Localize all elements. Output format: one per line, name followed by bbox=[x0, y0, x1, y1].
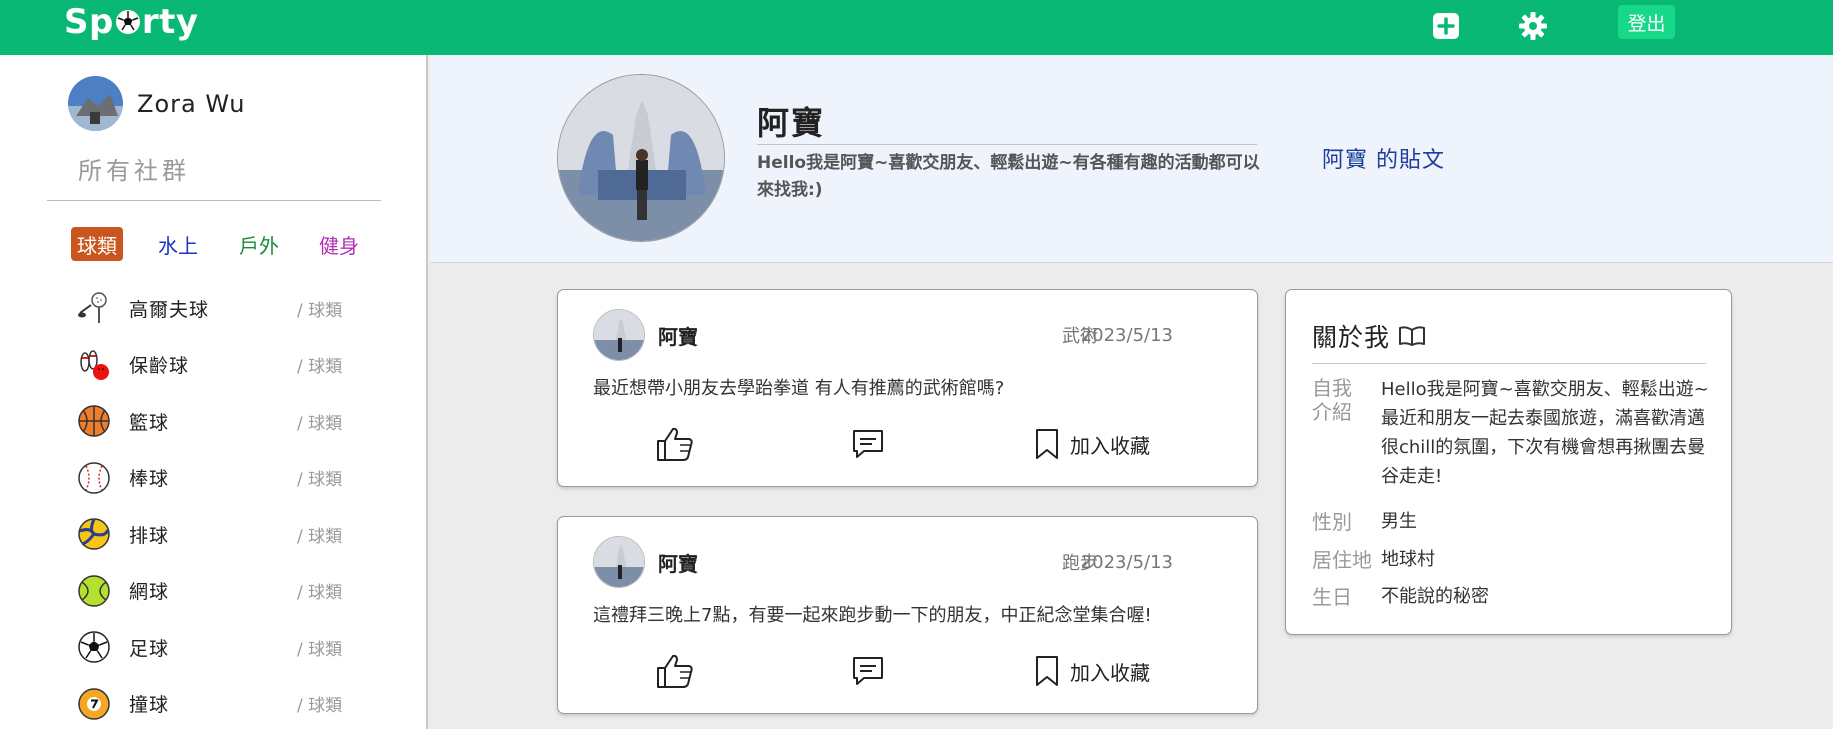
residence-value: 地球村 bbox=[1381, 549, 1435, 570]
gender-label: 性別 bbox=[1312, 510, 1352, 534]
baseball-icon bbox=[77, 461, 111, 495]
sport-category-tag: / 球類 bbox=[297, 357, 343, 378]
sport-name: 籃球 bbox=[129, 411, 170, 434]
post-actions: 加入收藏 bbox=[558, 649, 1259, 693]
post-date: 2023/5/13 bbox=[1080, 324, 1173, 346]
sport-name: 棒球 bbox=[129, 468, 170, 491]
bookmark-icon bbox=[1036, 656, 1058, 686]
sport-name: 網球 bbox=[129, 581, 170, 604]
post-text: 最近想帶小朋友去學跆拳道 有人有推薦的武術館嗎? bbox=[593, 378, 1005, 399]
post-card: 阿寶 跑步 2023/5/13 這禮拜三晚上7點，有要一起來跑步動一下的朋友，中… bbox=[557, 516, 1258, 714]
sport-name: 保齡球 bbox=[129, 355, 190, 378]
tab-ball-sports[interactable]: 球類 bbox=[71, 227, 123, 261]
list-item[interactable]: 網球 / 球類 bbox=[77, 563, 357, 620]
profile-divider bbox=[757, 144, 1257, 145]
sport-category-tag: / 球類 bbox=[297, 639, 343, 660]
list-item[interactable]: 保齡球 / 球類 bbox=[77, 337, 357, 394]
sport-name: 排球 bbox=[129, 524, 170, 547]
list-item[interactable]: 高爾夫球 / 球類 bbox=[77, 280, 357, 337]
sidebar-divider bbox=[47, 200, 381, 201]
comment-button[interactable] bbox=[851, 649, 885, 693]
tab-outdoor[interactable]: 戶外 bbox=[239, 227, 279, 261]
comment-icon bbox=[853, 430, 883, 458]
post-author[interactable]: 阿寶 bbox=[658, 548, 698, 577]
user-avatar[interactable] bbox=[68, 76, 123, 131]
add-post-button[interactable] bbox=[1430, 10, 1462, 42]
intro-label: 自我介紹 bbox=[1312, 376, 1352, 424]
sport-list: 高爾夫球 / 球類 保齡球 / 球類 籃球 / 球類 棒球 / 球類 排球 / … bbox=[77, 280, 357, 729]
soccer-icon bbox=[77, 630, 111, 664]
user-name: Zora Wu bbox=[137, 89, 246, 118]
post-date: 2023/5/13 bbox=[1080, 551, 1173, 573]
current-user[interactable]: Zora Wu bbox=[68, 76, 245, 131]
basketball-icon bbox=[77, 404, 111, 438]
birthday-label: 生日 bbox=[1312, 585, 1352, 609]
like-button[interactable] bbox=[656, 649, 694, 693]
bookmark-icon bbox=[1036, 429, 1058, 459]
category-tabs: 球類 水上 戶外 健身 bbox=[71, 227, 371, 261]
list-item[interactable]: 撞球 / 球類 bbox=[77, 676, 357, 729]
post-actions: 加入收藏 bbox=[558, 422, 1259, 466]
plus-square-icon bbox=[1433, 13, 1459, 39]
bowling-icon bbox=[77, 348, 111, 382]
tab-fitness[interactable]: 健身 bbox=[319, 227, 359, 261]
sport-category-tag: / 球類 bbox=[297, 583, 343, 604]
all-groups-heading[interactable]: 所有社群 bbox=[78, 151, 190, 186]
tennis-icon bbox=[77, 574, 111, 608]
post-card: 阿寶 武術 2023/5/13 最近想帶小朋友去學跆拳道 有人有推薦的武術館嗎?… bbox=[557, 289, 1258, 487]
settings-button[interactable] bbox=[1517, 10, 1549, 42]
sport-category-tag: / 球類 bbox=[297, 300, 343, 321]
list-item[interactable]: 排球 / 球類 bbox=[77, 506, 357, 563]
open-book-icon bbox=[1399, 326, 1426, 346]
save-label: 加入收藏 bbox=[1070, 433, 1150, 458]
list-item[interactable]: 足球 / 球類 bbox=[77, 619, 357, 676]
about-divider bbox=[1312, 363, 1706, 364]
sidebar: Zora Wu 所有社群 球類 水上 戶外 健身 高爾夫球 / 球類 保齡球 /… bbox=[0, 55, 428, 729]
sport-name: 撞球 bbox=[129, 694, 170, 717]
sport-category-tag: / 球類 bbox=[297, 526, 343, 547]
save-label: 加入收藏 bbox=[1070, 660, 1150, 685]
post-author[interactable]: 阿寶 bbox=[658, 321, 698, 350]
profile-name: 阿寶 bbox=[757, 104, 826, 142]
volleyball-icon bbox=[77, 517, 111, 551]
comment-icon bbox=[853, 657, 883, 685]
gear-icon bbox=[1519, 12, 1547, 40]
comment-button[interactable] bbox=[851, 422, 885, 466]
about-me-card: 關於我 自我介紹 Hello我是阿寶~喜歡交朋友、輕鬆出遊~最近和朋友一起去泰國… bbox=[1285, 289, 1732, 635]
intro-value: Hello我是阿寶~喜歡交朋友、輕鬆出遊~最近和朋友一起去泰國旅遊，滿喜歡清邁很… bbox=[1381, 379, 1709, 487]
post-header: 阿寶 跑步 2023/5/13 bbox=[593, 536, 1173, 588]
thumbs-up-icon bbox=[657, 427, 693, 461]
soccer-ball-icon bbox=[115, 10, 140, 34]
sport-category-tag: / 球類 bbox=[297, 470, 343, 491]
logout-button[interactable]: 登出 bbox=[1618, 5, 1675, 39]
post-author-avatar[interactable] bbox=[593, 536, 645, 588]
sport-category-tag: / 球類 bbox=[297, 413, 343, 434]
golf-icon bbox=[77, 291, 111, 325]
list-item[interactable]: 棒球 / 球類 bbox=[77, 450, 357, 507]
residence-label: 居住地 bbox=[1312, 548, 1372, 572]
post-header: 阿寶 武術 2023/5/13 bbox=[593, 309, 1173, 361]
top-navbar: Sp rty 登出 bbox=[0, 0, 1833, 55]
sport-category-tag: / 球類 bbox=[297, 696, 343, 717]
save-post-button[interactable]: 加入收藏 bbox=[1034, 422, 1150, 466]
tab-water-sports[interactable]: 水上 bbox=[158, 227, 198, 261]
billiards-icon bbox=[77, 687, 111, 721]
thumbs-up-icon bbox=[657, 654, 693, 688]
about-title: 關於我 bbox=[1312, 318, 1426, 354]
list-item[interactable]: 籃球 / 球類 bbox=[77, 393, 357, 450]
sporty-logo[interactable]: Sp rty bbox=[64, 2, 199, 42]
gender-value: 男生 bbox=[1381, 511, 1417, 532]
profile-posts-link[interactable]: 阿寶 的貼文 bbox=[1322, 142, 1445, 174]
profile-avatar[interactable] bbox=[557, 74, 725, 242]
sport-name: 足球 bbox=[129, 637, 170, 660]
post-author-avatar[interactable] bbox=[593, 309, 645, 361]
like-button[interactable] bbox=[656, 422, 694, 466]
sport-name: 高爾夫球 bbox=[129, 298, 210, 321]
save-post-button[interactable]: 加入收藏 bbox=[1034, 649, 1150, 693]
post-text: 這禮拜三晚上7點，有要一起來跑步動一下的朋友，中正紀念堂集合喔! bbox=[593, 605, 1152, 626]
birthday-value: 不能說的秘密 bbox=[1381, 586, 1489, 607]
profile-bio: Hello我是阿寶~喜歡交朋友、輕鬆出遊~有各種有趣的活動都可以來找我:) bbox=[757, 153, 1260, 200]
